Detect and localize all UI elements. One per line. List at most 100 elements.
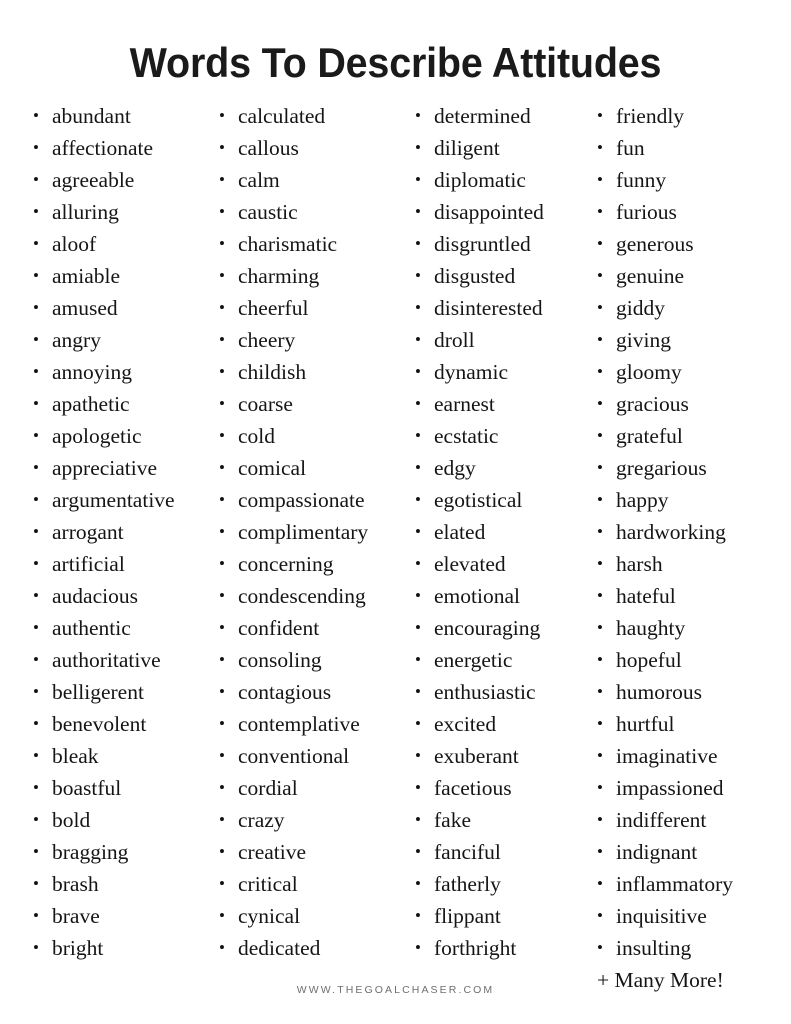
word-list-item: giddy <box>594 292 791 324</box>
word-list-item: cheerful <box>216 292 406 324</box>
word-list-item: emotional <box>412 580 600 612</box>
printable-word-list-page: Words To Describe Attitudes abundantaffe… <box>0 0 791 1024</box>
word-list-item: earnest <box>412 388 600 420</box>
word-list-item: indifferent <box>594 804 791 836</box>
word-list-item: audacious <box>30 580 210 612</box>
word-list-item: brash <box>30 868 210 900</box>
word-list-item: elated <box>412 516 600 548</box>
word-list-item: facetious <box>412 772 600 804</box>
word-list-item: bragging <box>30 836 210 868</box>
word-list-item: arrogant <box>30 516 210 548</box>
word-list-item: boastful <box>30 772 210 804</box>
word-list-item: energetic <box>412 644 600 676</box>
word-list-item: disinterested <box>412 292 600 324</box>
word-list-item: caustic <box>216 196 406 228</box>
word-list-item: bright <box>30 932 210 964</box>
site-url-footer: WWW.THEGOALCHASER.COM <box>296 984 495 996</box>
word-list-item: belligerent <box>30 676 210 708</box>
word-list-item: appreciative <box>30 452 210 484</box>
word-list-item: determined <box>412 100 600 132</box>
word-list-item: alluring <box>30 196 210 228</box>
word-list-item: edgy <box>412 452 600 484</box>
word-list-1: abundantaffectionateagreeablealluringalo… <box>30 100 210 964</box>
word-column-1: abundantaffectionateagreeablealluringalo… <box>30 100 210 964</box>
word-list-item: comical <box>216 452 406 484</box>
word-list-item: diligent <box>412 132 600 164</box>
word-list-item: indignant <box>594 836 791 868</box>
word-list-item: contagious <box>216 676 406 708</box>
word-list-4: friendlyfunfunnyfuriousgenerousgenuinegi… <box>594 100 791 964</box>
word-list-item: disappointed <box>412 196 600 228</box>
word-list-item: egotistical <box>412 484 600 516</box>
word-list-item: encouraging <box>412 612 600 644</box>
word-list-item: forthright <box>412 932 600 964</box>
word-list-item: authentic <box>30 612 210 644</box>
word-list-item: bold <box>30 804 210 836</box>
word-list-item: funny <box>594 164 791 196</box>
word-list-item: gracious <box>594 388 791 420</box>
word-list-item: childish <box>216 356 406 388</box>
word-list-item: disgruntled <box>412 228 600 260</box>
word-list-item: annoying <box>30 356 210 388</box>
word-list-item: cordial <box>216 772 406 804</box>
word-list-item: elevated <box>412 548 600 580</box>
word-list-item: angry <box>30 324 210 356</box>
word-list-item: impassioned <box>594 772 791 804</box>
word-list-item: ecstatic <box>412 420 600 452</box>
word-list-item: haughty <box>594 612 791 644</box>
word-column-4: friendlyfunfunnyfuriousgenerousgenuinegi… <box>594 100 791 996</box>
word-list-item: dedicated <box>216 932 406 964</box>
word-list-item: conventional <box>216 740 406 772</box>
word-list-item: hateful <box>594 580 791 612</box>
word-list-item: gloomy <box>594 356 791 388</box>
word-columns-container: abundantaffectionateagreeablealluringalo… <box>0 100 791 992</box>
word-list-item: crazy <box>216 804 406 836</box>
word-list-item: fun <box>594 132 791 164</box>
word-list-item: aloof <box>30 228 210 260</box>
word-list-item: generous <box>594 228 791 260</box>
word-list-item: hardworking <box>594 516 791 548</box>
word-list-item: charismatic <box>216 228 406 260</box>
word-list-item: gregarious <box>594 452 791 484</box>
word-list-item: fanciful <box>412 836 600 868</box>
word-list-item: concerning <box>216 548 406 580</box>
word-list-item: friendly <box>594 100 791 132</box>
word-list-item: coarse <box>216 388 406 420</box>
word-list-item: excited <box>412 708 600 740</box>
word-list-item: condescending <box>216 580 406 612</box>
word-list-item: inquisitive <box>594 900 791 932</box>
word-list-item: benevolent <box>30 708 210 740</box>
word-list-item: agreeable <box>30 164 210 196</box>
word-list-item: creative <box>216 836 406 868</box>
word-column-2: calculatedcallouscalmcausticcharismaticc… <box>216 100 406 964</box>
word-list-item: artificial <box>30 548 210 580</box>
word-list-item: furious <box>594 196 791 228</box>
word-list-item: charming <box>216 260 406 292</box>
word-list-item: genuine <box>594 260 791 292</box>
word-list-item: amused <box>30 292 210 324</box>
word-list-item: cynical <box>216 900 406 932</box>
word-list-item: calm <box>216 164 406 196</box>
word-list-item: harsh <box>594 548 791 580</box>
word-list-item: hopeful <box>594 644 791 676</box>
word-list-item: exuberant <box>412 740 600 772</box>
word-list-item: cheery <box>216 324 406 356</box>
word-list-item: fatherly <box>412 868 600 900</box>
word-list-item: enthusiastic <box>412 676 600 708</box>
word-list-item: confident <box>216 612 406 644</box>
word-list-item: imaginative <box>594 740 791 772</box>
word-list-item: authoritative <box>30 644 210 676</box>
word-list-item: compassionate <box>216 484 406 516</box>
word-list-item: disgusted <box>412 260 600 292</box>
word-list-item: calculated <box>216 100 406 132</box>
word-list-3: determineddiligentdiplomaticdisappointed… <box>412 100 600 964</box>
word-list-item: amiable <box>30 260 210 292</box>
word-list-item: flippant <box>412 900 600 932</box>
word-list-item: contemplative <box>216 708 406 740</box>
word-list-item: argumentative <box>30 484 210 516</box>
word-list-item: grateful <box>594 420 791 452</box>
word-list-item: complimentary <box>216 516 406 548</box>
word-list-item: bleak <box>30 740 210 772</box>
page-title: Words To Describe Attitudes <box>129 39 662 87</box>
word-list-item: insulting <box>594 932 791 964</box>
